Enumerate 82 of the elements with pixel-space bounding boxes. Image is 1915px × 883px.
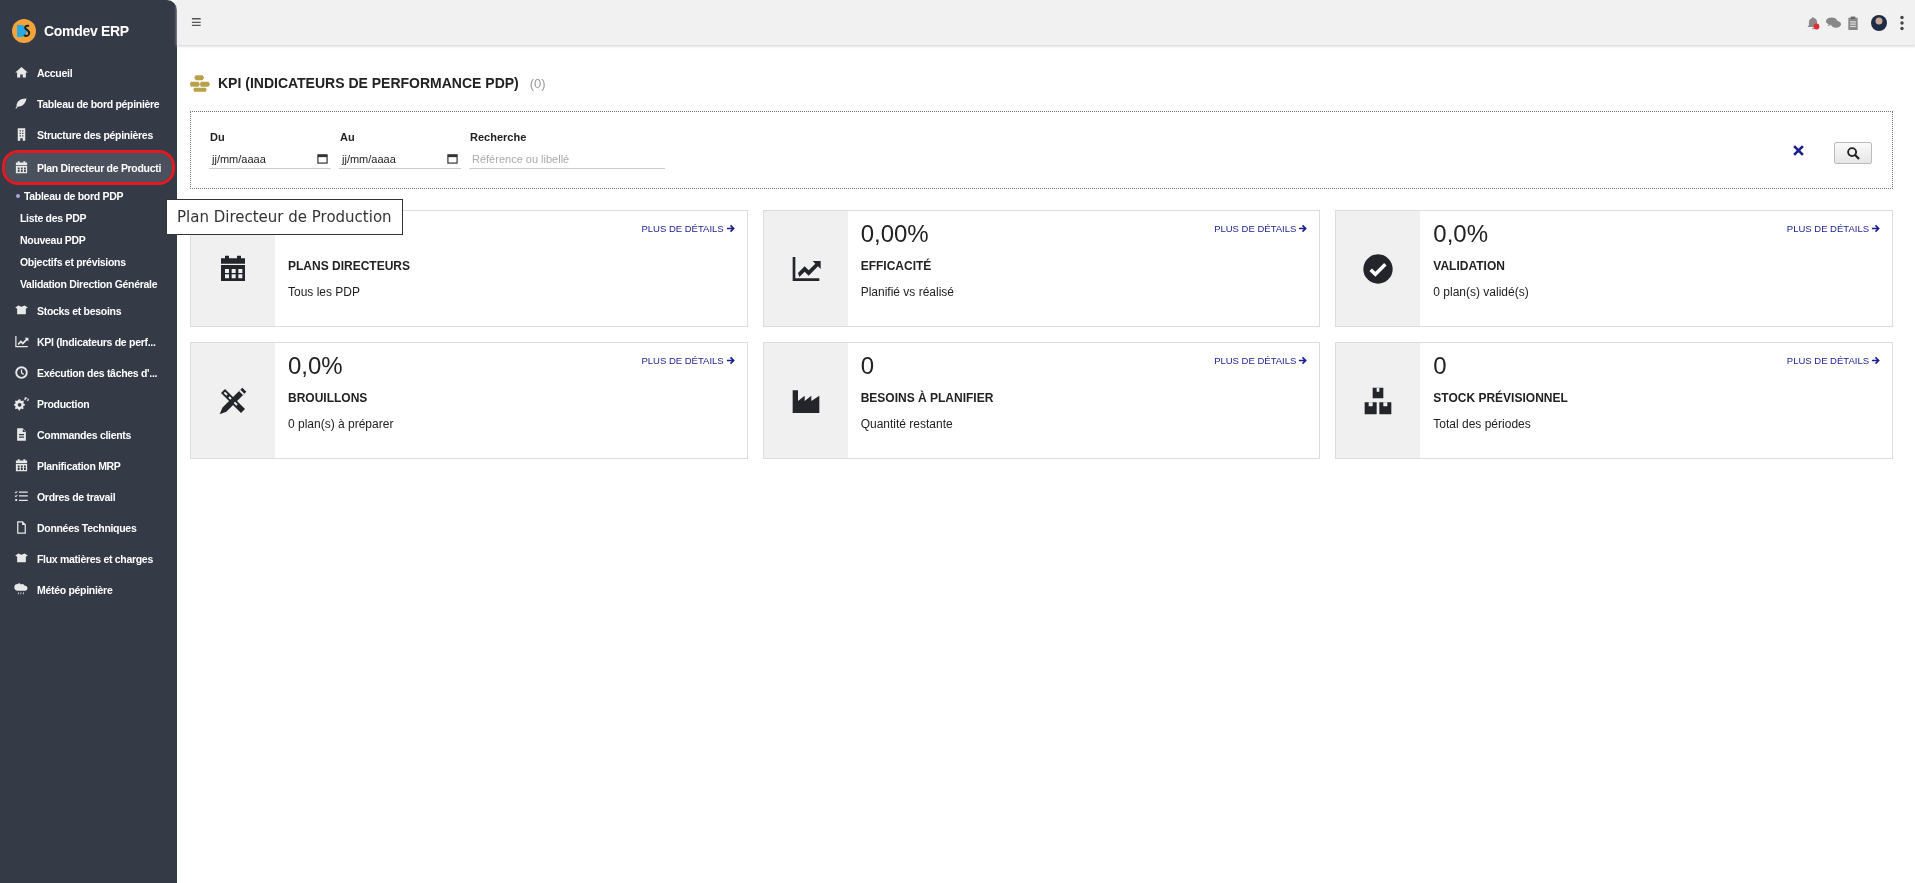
arrow-right-icon [1871, 224, 1880, 233]
calendar-icon [14, 160, 29, 175]
kpi-subtitle: Quantité restante [860, 417, 954, 431]
kpi-title: STOCK PRÉVISIONNEL [1433, 391, 1569, 405]
record-count: (0) [529, 75, 546, 91]
sidebar-item[interactable]: Données Techniques [0, 512, 139, 543]
cloud-icon [14, 582, 29, 597]
arrow-right-icon [1298, 224, 1308, 233]
kpi-title: PLANS DIRECTEURS [288, 259, 411, 273]
kpi-value: 0,0% [1433, 220, 1489, 248]
kpi-title: VALIDATION [1433, 259, 1506, 273]
chart-icon [14, 334, 29, 349]
tooltip-text: Plan Directeur de Production [177, 208, 392, 226]
sidebar-item[interactable]: Stocks et besoins [0, 295, 124, 326]
kpi-value: 0 [1433, 352, 1447, 380]
search-button[interactable] [1834, 142, 1872, 164]
calendar-icon [317, 153, 328, 164]
leaf-icon [14, 96, 29, 111]
close-icon[interactable] [1793, 144, 1804, 156]
sidebar-item[interactable]: Tableau de bord pépinière [0, 88, 162, 119]
coins-icon [190, 74, 210, 92]
date-field[interactable]: jj/mm/aaaa [339, 149, 461, 169]
arrow-right-icon [1298, 356, 1308, 365]
gears-icon [14, 396, 29, 411]
arrow-right-icon [1871, 356, 1880, 365]
kpi-value: 0,0% [288, 352, 343, 380]
kpi-subtitle: 0 plan(s) à préparer [288, 417, 395, 431]
kpi-title: BESOINS À PLANIFIER [860, 391, 995, 405]
sidebar-item[interactable]: Plan Directeur de Producti [2, 150, 175, 185]
details-link[interactable]: PLUS DE DÉTAILS [1214, 223, 1308, 234]
sidebar-item[interactable]: Flux matières et charges [0, 543, 155, 574]
check-circle-icon [1362, 252, 1395, 285]
page-title: KPI (INDICATEURS DE PERFORMANCE PDP) [218, 75, 519, 91]
file-icon [14, 520, 29, 535]
search-icon [1846, 146, 1860, 160]
sidebar-item[interactable]: KPI (Indicateurs de perf... [0, 326, 158, 357]
arrow-right-icon [725, 356, 735, 365]
submenu-item[interactable]: Liste des PDP [0, 207, 87, 229]
sidebar-item[interactable]: Commandes clients [0, 419, 134, 450]
submenu-item[interactable]: Tableau de bord PDP [0, 185, 124, 207]
kpi-value: 0 [860, 352, 874, 380]
field-label: Au [340, 131, 356, 143]
sidebar-item[interactable]: Météo pépinière [0, 574, 115, 605]
kpi-subtitle: Total des périodes [1433, 417, 1532, 431]
logo-icon [12, 19, 36, 43]
app-name: Comdev ERP [44, 23, 129, 39]
kpi-title: BROUILLONS [288, 391, 369, 405]
date-field[interactable]: jj/mm/aaaa [209, 149, 331, 169]
document-icon [14, 427, 29, 442]
sidebar-item[interactable]: Exécution des tâches d'... [0, 357, 160, 388]
details-link[interactable]: PLUS DE DÉTAILS [1214, 355, 1308, 366]
calendar-icon [14, 458, 29, 473]
sidebar-item[interactable]: Production [0, 388, 92, 419]
more-icon[interactable] [1899, 14, 1905, 31]
sidebar-item[interactable]: Planification MRP [0, 450, 123, 481]
avatar[interactable] [1871, 14, 1887, 31]
clipboard-icon[interactable] [1847, 15, 1859, 30]
field-label: Du [210, 131, 226, 143]
chat-icon[interactable] [1826, 15, 1841, 30]
bell-icon[interactable] [1806, 15, 1820, 30]
field-label: Recherche [470, 131, 528, 143]
sidebar-item[interactable]: Ordres de travail [0, 481, 118, 512]
submenu-item[interactable]: Objectifs et prévisions [0, 251, 126, 273]
clock-icon [14, 365, 29, 380]
kpi-subtitle: 0 plan(s) validé(s) [1433, 285, 1530, 299]
kpi-title: EFFICACITÉ [860, 259, 933, 273]
details-link[interactable]: PLUS DE DÉTAILS [641, 355, 735, 366]
house-icon [14, 65, 29, 80]
submenu-item[interactable]: Nouveau PDP [0, 229, 86, 251]
submenu-item[interactable]: Validation Direction Générale [0, 273, 158, 295]
details-link[interactable]: PLUS DE DÉTAILS [641, 223, 735, 234]
menu-icon[interactable]: ≡ [191, 12, 202, 33]
kpi-subtitle: Tous les PDP [288, 285, 362, 299]
details-link[interactable]: PLUS DE DÉTAILS [1786, 223, 1880, 234]
sidebar-item[interactable]: Accueil [0, 57, 75, 88]
calendar-icon [447, 153, 458, 164]
kpi-value: 0,00% [860, 220, 929, 248]
details-link[interactable]: PLUS DE DÉTAILS [1786, 355, 1880, 366]
checklist-icon [14, 489, 29, 504]
sidebar-item[interactable]: Structure des pépinières [0, 119, 155, 150]
arrow-right-icon [725, 224, 735, 233]
kpi-subtitle: Planifié vs réalisé [860, 285, 956, 299]
